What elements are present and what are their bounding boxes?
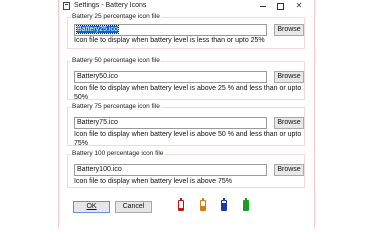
maximize-button[interactable] — [273, 1, 287, 11]
battery-100-description: Icon file to display when battery level … — [74, 178, 232, 185]
battery-75-level — [222, 203, 226, 210]
battery-50-icon — [200, 198, 206, 211]
battery-25-file-value: Battery25.ico — [76, 25, 119, 34]
battery-100-file-value: Battery100.ico — [77, 166, 122, 173]
battery-75-description: Icon file to display when battery level … — [74, 131, 302, 147]
battery-50-description: Icon file to display when battery level … — [74, 85, 302, 101]
battery-75-group-label: Battery 75 percentage icon file — [71, 102, 161, 112]
battery-50-group-label: Battery 50 percentage icon file — [71, 56, 161, 66]
battery-25-file-input[interactable]: Battery25.ico — [74, 24, 267, 36]
battery-75-icon — [221, 198, 227, 211]
ok-button[interactable]: OK — [73, 201, 110, 213]
battery-100-group-label: Battery 100 percentage icon file — [71, 149, 165, 159]
battery-50-browse-button[interactable]: Browse — [274, 71, 304, 83]
settings-dialog: Settings - Battery Icons ✕ Battery 25 pe… — [58, 0, 315, 229]
battery-100-icon — [243, 198, 249, 211]
battery-100-level — [244, 201, 248, 210]
battery-75-file-input[interactable]: Battery75.ico — [74, 117, 267, 129]
window-title: Settings - Battery Icons — [74, 2, 147, 9]
battery-75-group: Battery 75 percentage icon file Battery7… — [67, 102, 305, 147]
minimize-icon — [260, 6, 266, 7]
battery-25-icon — [178, 198, 184, 211]
battery-25-group: Battery 25 percentage icon file Battery2… — [67, 12, 305, 49]
battery-50-level — [201, 205, 205, 210]
battery-25-group-label: Battery 25 percentage icon file — [71, 12, 161, 22]
battery-50-file-input[interactable]: Battery50.ico — [74, 71, 267, 83]
battery-75-browse-button[interactable]: Browse — [274, 117, 304, 129]
minimize-button[interactable] — [256, 1, 270, 11]
close-button[interactable]: ✕ — [292, 1, 306, 11]
battery-75-file-value: Battery75.ico — [77, 119, 118, 126]
battery-25-level — [179, 207, 183, 210]
battery-50-file-value: Battery50.ico — [77, 73, 118, 80]
battery-100-group: Battery 100 percentage icon file Battery… — [67, 149, 305, 188]
maximize-icon — [277, 3, 284, 10]
battery-50-group: Battery 50 percentage icon file Battery5… — [67, 56, 305, 101]
ok-button-label: OK — [86, 203, 97, 210]
battery-100-browse-button[interactable]: Browse — [274, 164, 304, 176]
battery-25-browse-button[interactable]: Browse — [274, 24, 304, 36]
app-icon — [63, 2, 70, 10]
battery-25-description: Icon file to display when battery level … — [74, 37, 265, 44]
desktop-background: Settings - Battery Icons ✕ Battery 25 pe… — [0, 0, 375, 229]
battery-100-file-input[interactable]: Battery100.ico — [74, 164, 267, 176]
close-icon: ✕ — [295, 1, 303, 10]
cancel-button[interactable]: Cancel — [115, 201, 152, 213]
